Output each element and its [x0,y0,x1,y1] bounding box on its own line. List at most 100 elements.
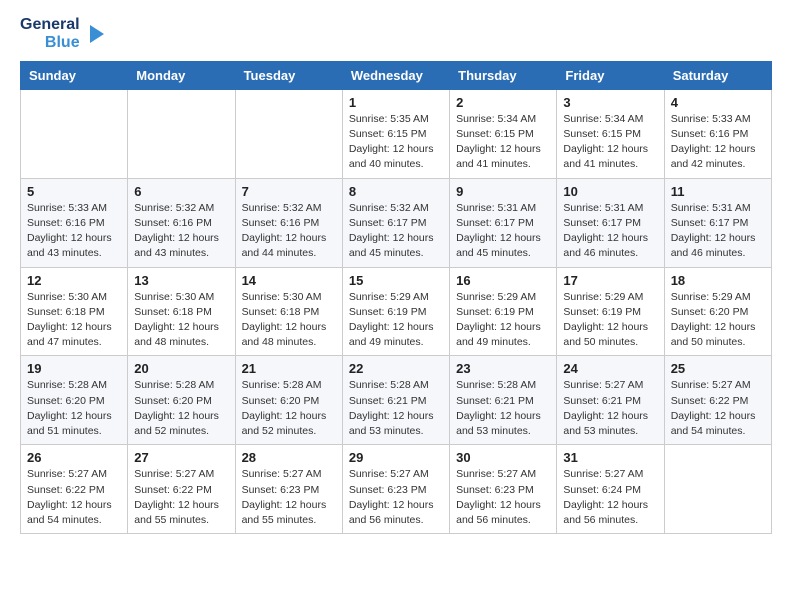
week-row-1: 1Sunrise: 5:35 AMSunset: 6:15 PMDaylight… [21,89,772,178]
day-number: 6 [134,184,228,199]
cell-info: Sunrise: 5:33 AMSunset: 6:16 PMDaylight:… [671,112,765,173]
cell-info: Sunrise: 5:28 AMSunset: 6:20 PMDaylight:… [134,378,228,439]
logo-general-text: General [20,16,80,34]
cell-info: Sunrise: 5:29 AMSunset: 6:19 PMDaylight:… [456,290,550,351]
calendar-cell: 5 Sunrise: 5:33 AMSunset: 6:16 PMDaylight… [21,178,128,267]
day-number: 31 [563,450,657,465]
calendar-table: SundayMondayTuesdayWednesdayThursdayFrid… [20,61,772,534]
cell-info: Sunrise: 5:32 AMSunset: 6:17 PMDaylight:… [349,201,443,262]
day-number: 4 [671,95,765,110]
calendar-cell: 2 Sunrise: 5:34 AMSunset: 6:15 PMDaylight… [450,89,557,178]
cell-info: Sunrise: 5:28 AMSunset: 6:21 PMDaylight:… [349,378,443,439]
cell-info: Sunrise: 5:31 AMSunset: 6:17 PMDaylight:… [456,201,550,262]
cell-info: Sunrise: 5:29 AMSunset: 6:20 PMDaylight:… [671,290,765,351]
day-number: 22 [349,361,443,376]
day-number: 23 [456,361,550,376]
day-number: 21 [242,361,336,376]
day-number: 24 [563,361,657,376]
calendar-cell: 31 Sunrise: 5:27 AMSunset: 6:24 PMDayligh… [557,445,664,534]
weekday-wednesday: Wednesday [342,61,449,89]
day-number: 3 [563,95,657,110]
calendar-cell: 18 Sunrise: 5:29 AMSunset: 6:20 PMDayligh… [664,267,771,356]
calendar-cell: 22 Sunrise: 5:28 AMSunset: 6:21 PMDayligh… [342,356,449,445]
calendar-cell: 3 Sunrise: 5:34 AMSunset: 6:15 PMDaylight… [557,89,664,178]
calendar-cell: 16 Sunrise: 5:29 AMSunset: 6:19 PMDayligh… [450,267,557,356]
cell-info: Sunrise: 5:31 AMSunset: 6:17 PMDaylight:… [671,201,765,262]
weekday-thursday: Thursday [450,61,557,89]
calendar-cell: 15 Sunrise: 5:29 AMSunset: 6:19 PMDayligh… [342,267,449,356]
calendar-cell: 13Sunrise: 5:30 AMSunset: 6:18 PMDayligh… [128,267,235,356]
day-number: 11 [671,184,765,199]
week-row-4: 19 Sunrise: 5:28 AMSunset: 6:20 PMDayligh… [21,356,772,445]
cell-info: Sunrise: 5:31 AMSunset: 6:17 PMDaylight:… [563,201,657,262]
logo-chevron-icon [84,23,106,45]
calendar-cell: 11 Sunrise: 5:31 AMSunset: 6:17 PMDayligh… [664,178,771,267]
day-number: 15 [349,273,443,288]
cell-info: Sunrise: 5:32 AMSunset: 6:16 PMDaylight:… [242,201,336,262]
day-number: 30 [456,450,550,465]
day-number: 9 [456,184,550,199]
cell-info: Sunrise: 5:27 AMSunset: 6:22 PMDaylight:… [27,467,121,528]
day-number: 27 [134,450,228,465]
day-number: 12 [27,273,121,288]
calendar-cell: 4 Sunrise: 5:33 AMSunset: 6:16 PMDaylight… [664,89,771,178]
cell-info: Sunrise: 5:27 AMSunset: 6:22 PMDaylight:… [134,467,228,528]
calendar-cell [664,445,771,534]
day-number: 17 [563,273,657,288]
calendar-cell: 6 Sunrise: 5:32 AMSunset: 6:16 PMDaylight… [128,178,235,267]
calendar-cell: 21 Sunrise: 5:28 AMSunset: 6:20 PMDayligh… [235,356,342,445]
calendar-cell [235,89,342,178]
cell-info: Sunrise: 5:35 AMSunset: 6:15 PMDaylight:… [349,112,443,173]
cell-info: Sunrise: 5:30 AMSunset: 6:18 PMDaylight:… [27,290,121,351]
weekday-saturday: Saturday [664,61,771,89]
calendar-cell: 17 Sunrise: 5:29 AMSunset: 6:19 PMDayligh… [557,267,664,356]
cell-info: Sunrise: 5:28 AMSunset: 6:20 PMDaylight:… [242,378,336,439]
day-number: 29 [349,450,443,465]
calendar-cell: 23Sunrise: 5:28 AMSunset: 6:21 PMDayligh… [450,356,557,445]
calendar-cell: 30 Sunrise: 5:27 AMSunset: 6:23 PMDayligh… [450,445,557,534]
calendar-cell: 7Sunrise: 5:32 AMSunset: 6:16 PMDaylight… [235,178,342,267]
day-number: 25 [671,361,765,376]
calendar-cell: 10Sunrise: 5:31 AMSunset: 6:17 PMDayligh… [557,178,664,267]
day-number: 16 [456,273,550,288]
cell-info: Sunrise: 5:27 AMSunset: 6:24 PMDaylight:… [563,467,657,528]
day-number: 28 [242,450,336,465]
cell-info: Sunrise: 5:27 AMSunset: 6:23 PMDaylight:… [349,467,443,528]
week-row-3: 12 Sunrise: 5:30 AMSunset: 6:18 PMDayligh… [21,267,772,356]
cell-info: Sunrise: 5:29 AMSunset: 6:19 PMDaylight:… [349,290,443,351]
calendar-cell: 12 Sunrise: 5:30 AMSunset: 6:18 PMDayligh… [21,267,128,356]
calendar-cell: 9 Sunrise: 5:31 AMSunset: 6:17 PMDaylight… [450,178,557,267]
cell-info: Sunrise: 5:29 AMSunset: 6:19 PMDaylight:… [563,290,657,351]
cell-info: Sunrise: 5:32 AMSunset: 6:16 PMDaylight:… [134,201,228,262]
day-number: 20 [134,361,228,376]
cell-info: Sunrise: 5:27 AMSunset: 6:21 PMDaylight:… [563,378,657,439]
day-number: 19 [27,361,121,376]
day-number: 8 [349,184,443,199]
week-row-2: 5 Sunrise: 5:33 AMSunset: 6:16 PMDaylight… [21,178,772,267]
calendar-cell: 14 Sunrise: 5:30 AMSunset: 6:18 PMDayligh… [235,267,342,356]
calendar-cell [21,89,128,178]
cell-info: Sunrise: 5:27 AMSunset: 6:23 PMDaylight:… [456,467,550,528]
weekday-monday: Monday [128,61,235,89]
calendar-cell: 8 Sunrise: 5:32 AMSunset: 6:17 PMDaylight… [342,178,449,267]
logo: General Blue [20,16,106,53]
cell-info: Sunrise: 5:30 AMSunset: 6:18 PMDaylight:… [134,290,228,351]
header: General Blue [20,16,772,53]
calendar-cell: 28Sunrise: 5:27 AMSunset: 6:23 PMDayligh… [235,445,342,534]
day-number: 14 [242,273,336,288]
day-number: 26 [27,450,121,465]
day-number: 18 [671,273,765,288]
day-number: 5 [27,184,121,199]
cell-info: Sunrise: 5:33 AMSunset: 6:16 PMDaylight:… [27,201,121,262]
cell-info: Sunrise: 5:30 AMSunset: 6:18 PMDaylight:… [242,290,336,351]
calendar-cell: 29 Sunrise: 5:27 AMSunset: 6:23 PMDayligh… [342,445,449,534]
calendar-cell [128,89,235,178]
weekday-tuesday: Tuesday [235,61,342,89]
day-number: 2 [456,95,550,110]
week-row-5: 26 Sunrise: 5:27 AMSunset: 6:22 PMDayligh… [21,445,772,534]
weekday-friday: Friday [557,61,664,89]
cell-info: Sunrise: 5:34 AMSunset: 6:15 PMDaylight:… [456,112,550,173]
weekday-sunday: Sunday [21,61,128,89]
calendar-cell: 25Sunrise: 5:27 AMSunset: 6:22 PMDayligh… [664,356,771,445]
cell-info: Sunrise: 5:34 AMSunset: 6:15 PMDaylight:… [563,112,657,173]
